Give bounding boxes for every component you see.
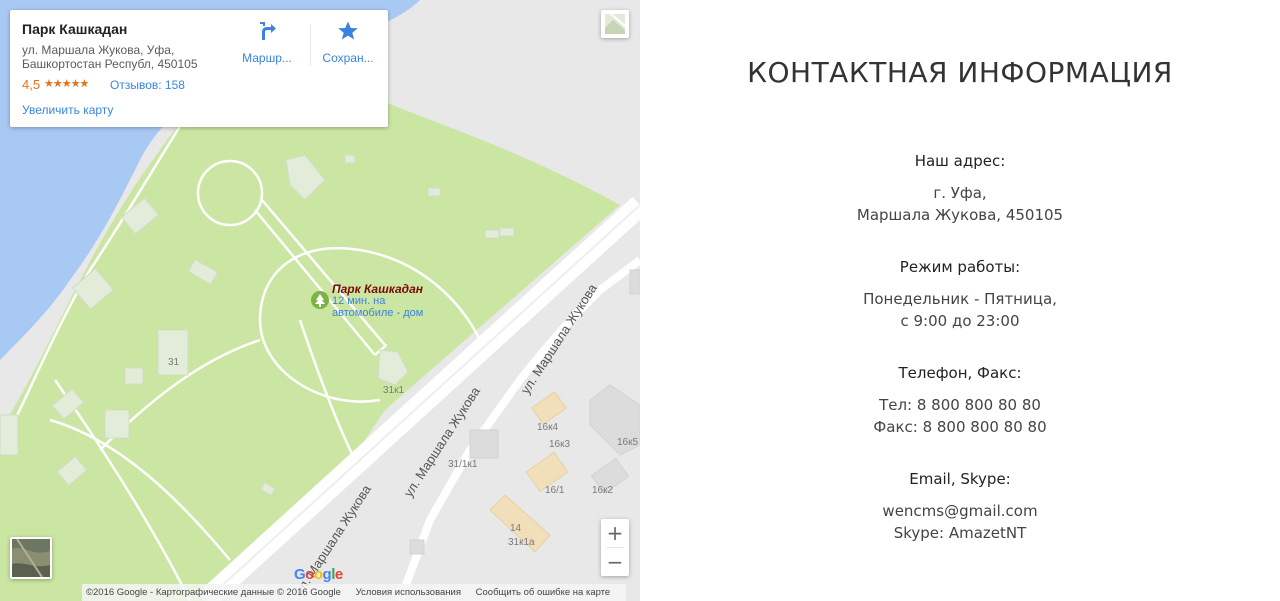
address-line: Маршала Жукова, 450105 [856, 206, 1064, 224]
poi-route-time[interactable]: 12 мин. на автомобиле - дом [332, 295, 442, 319]
building-label: 31к1 [383, 385, 405, 396]
address-label: Наш адрес: [914, 152, 1006, 170]
building-label: 16к2 [592, 485, 614, 496]
address-line: г. Уфа, [933, 184, 987, 202]
hours-label: Режим работы: [899, 258, 1021, 276]
park-marker-icon[interactable] [310, 290, 330, 310]
copyright-text: ©2016 Google - Картографические данные ©… [86, 587, 341, 598]
phone-label: Телефон, Факс: [898, 364, 1022, 382]
star-icon [338, 21, 358, 40]
email-label: Email, Skype: [909, 470, 1011, 488]
zoom-out-button[interactable]: − [601, 548, 629, 576]
phone-number: Тел: 8 800 800 80 80 [879, 396, 1041, 414]
map-embed[interactable]: 31 31к1 16к4 16к3 16к5 31/1к1 16/1 16к2 … [0, 0, 640, 601]
skype-id: Skype: AmazetNT [893, 524, 1027, 542]
building-label: 31к1а [508, 537, 535, 548]
address-section: Наш адрес: г. Уфа, Маршала Жукова, 45010… [640, 152, 1280, 226]
building-label: 16/1 [545, 485, 565, 496]
card-divider [310, 24, 311, 66]
email-address: wencms@gmail.com [882, 502, 1038, 520]
hours-line: Понедельник - Пятница, [863, 290, 1057, 308]
terms-link[interactable]: Условия использования [356, 587, 461, 598]
satellite-toggle[interactable] [10, 537, 52, 579]
report-error-link[interactable]: Сообщить об ошибке на карте [476, 587, 611, 598]
hours-section: Режим работы: Понедельник - Пятница, с 9… [640, 258, 1280, 332]
email-section: Email, Skype: wencms@gmail.com Skype: Am… [640, 470, 1280, 544]
place-address-line1: ул. Маршала Жукова, Уфа, [22, 43, 175, 57]
phone-section: Телефон, Факс: Тел: 8 800 800 80 80 Факс… [640, 364, 1280, 438]
hours-line: с 9:00 до 23:00 [900, 312, 1020, 330]
save-label: Сохран... [322, 51, 374, 65]
page-title: КОНТАКТНАЯ ИНФОРМАЦИЯ [747, 56, 1173, 89]
zoom-controls: + − [601, 519, 629, 576]
poi-name[interactable]: Парк Кашкадан [332, 282, 423, 296]
save-button[interactable]: Сохран... [313, 20, 383, 65]
satellite-thumbnail-icon [12, 539, 50, 577]
zoom-in-button[interactable]: + [601, 519, 629, 547]
directions-label: Маршр... [242, 51, 292, 65]
fullscreen-button[interactable] [601, 10, 629, 38]
poi-route-line1: 12 мин. на [332, 295, 386, 307]
building-label: 14 [510, 523, 522, 534]
rating-stars-icon: ★★★★★ [44, 78, 89, 90]
building-label: 31 [168, 357, 180, 368]
map-view-icon [605, 13, 626, 34]
place-card: Парк Кашкадан ул. Маршала Жукова, Уфа, Б… [10, 10, 388, 127]
contact-panel: КОНТАКТНАЯ ИНФОРМАЦИЯ Наш адрес: г. Уфа,… [640, 0, 1280, 601]
building-label: 16к3 [549, 439, 571, 450]
reviews-link[interactable]: Отзывов: 158 [110, 78, 185, 92]
directions-icon [260, 22, 276, 40]
place-title: Парк Кашкадан [22, 21, 128, 37]
place-rating: 4,5 [22, 77, 41, 92]
directions-button[interactable]: Маршр... [232, 20, 302, 65]
building-label: 31/1к1 [448, 459, 478, 470]
building-label: 16к4 [537, 422, 559, 433]
building-label: 16к5 [617, 437, 639, 448]
google-logo: Google [294, 566, 343, 583]
poi-route-line2: автомобиле - дом [332, 307, 424, 319]
enlarge-map-link[interactable]: Увеличить карту [22, 103, 113, 117]
fax-number: Факс: 8 800 800 80 80 [873, 418, 1047, 436]
place-address: ул. Маршала Жукова, Уфа, Башкортостан Ре… [22, 43, 222, 71]
map-attribution: ©2016 Google - Картографические данные ©… [82, 584, 627, 601]
place-address-line2: Башкортостан Республ, 450105 [22, 57, 198, 71]
